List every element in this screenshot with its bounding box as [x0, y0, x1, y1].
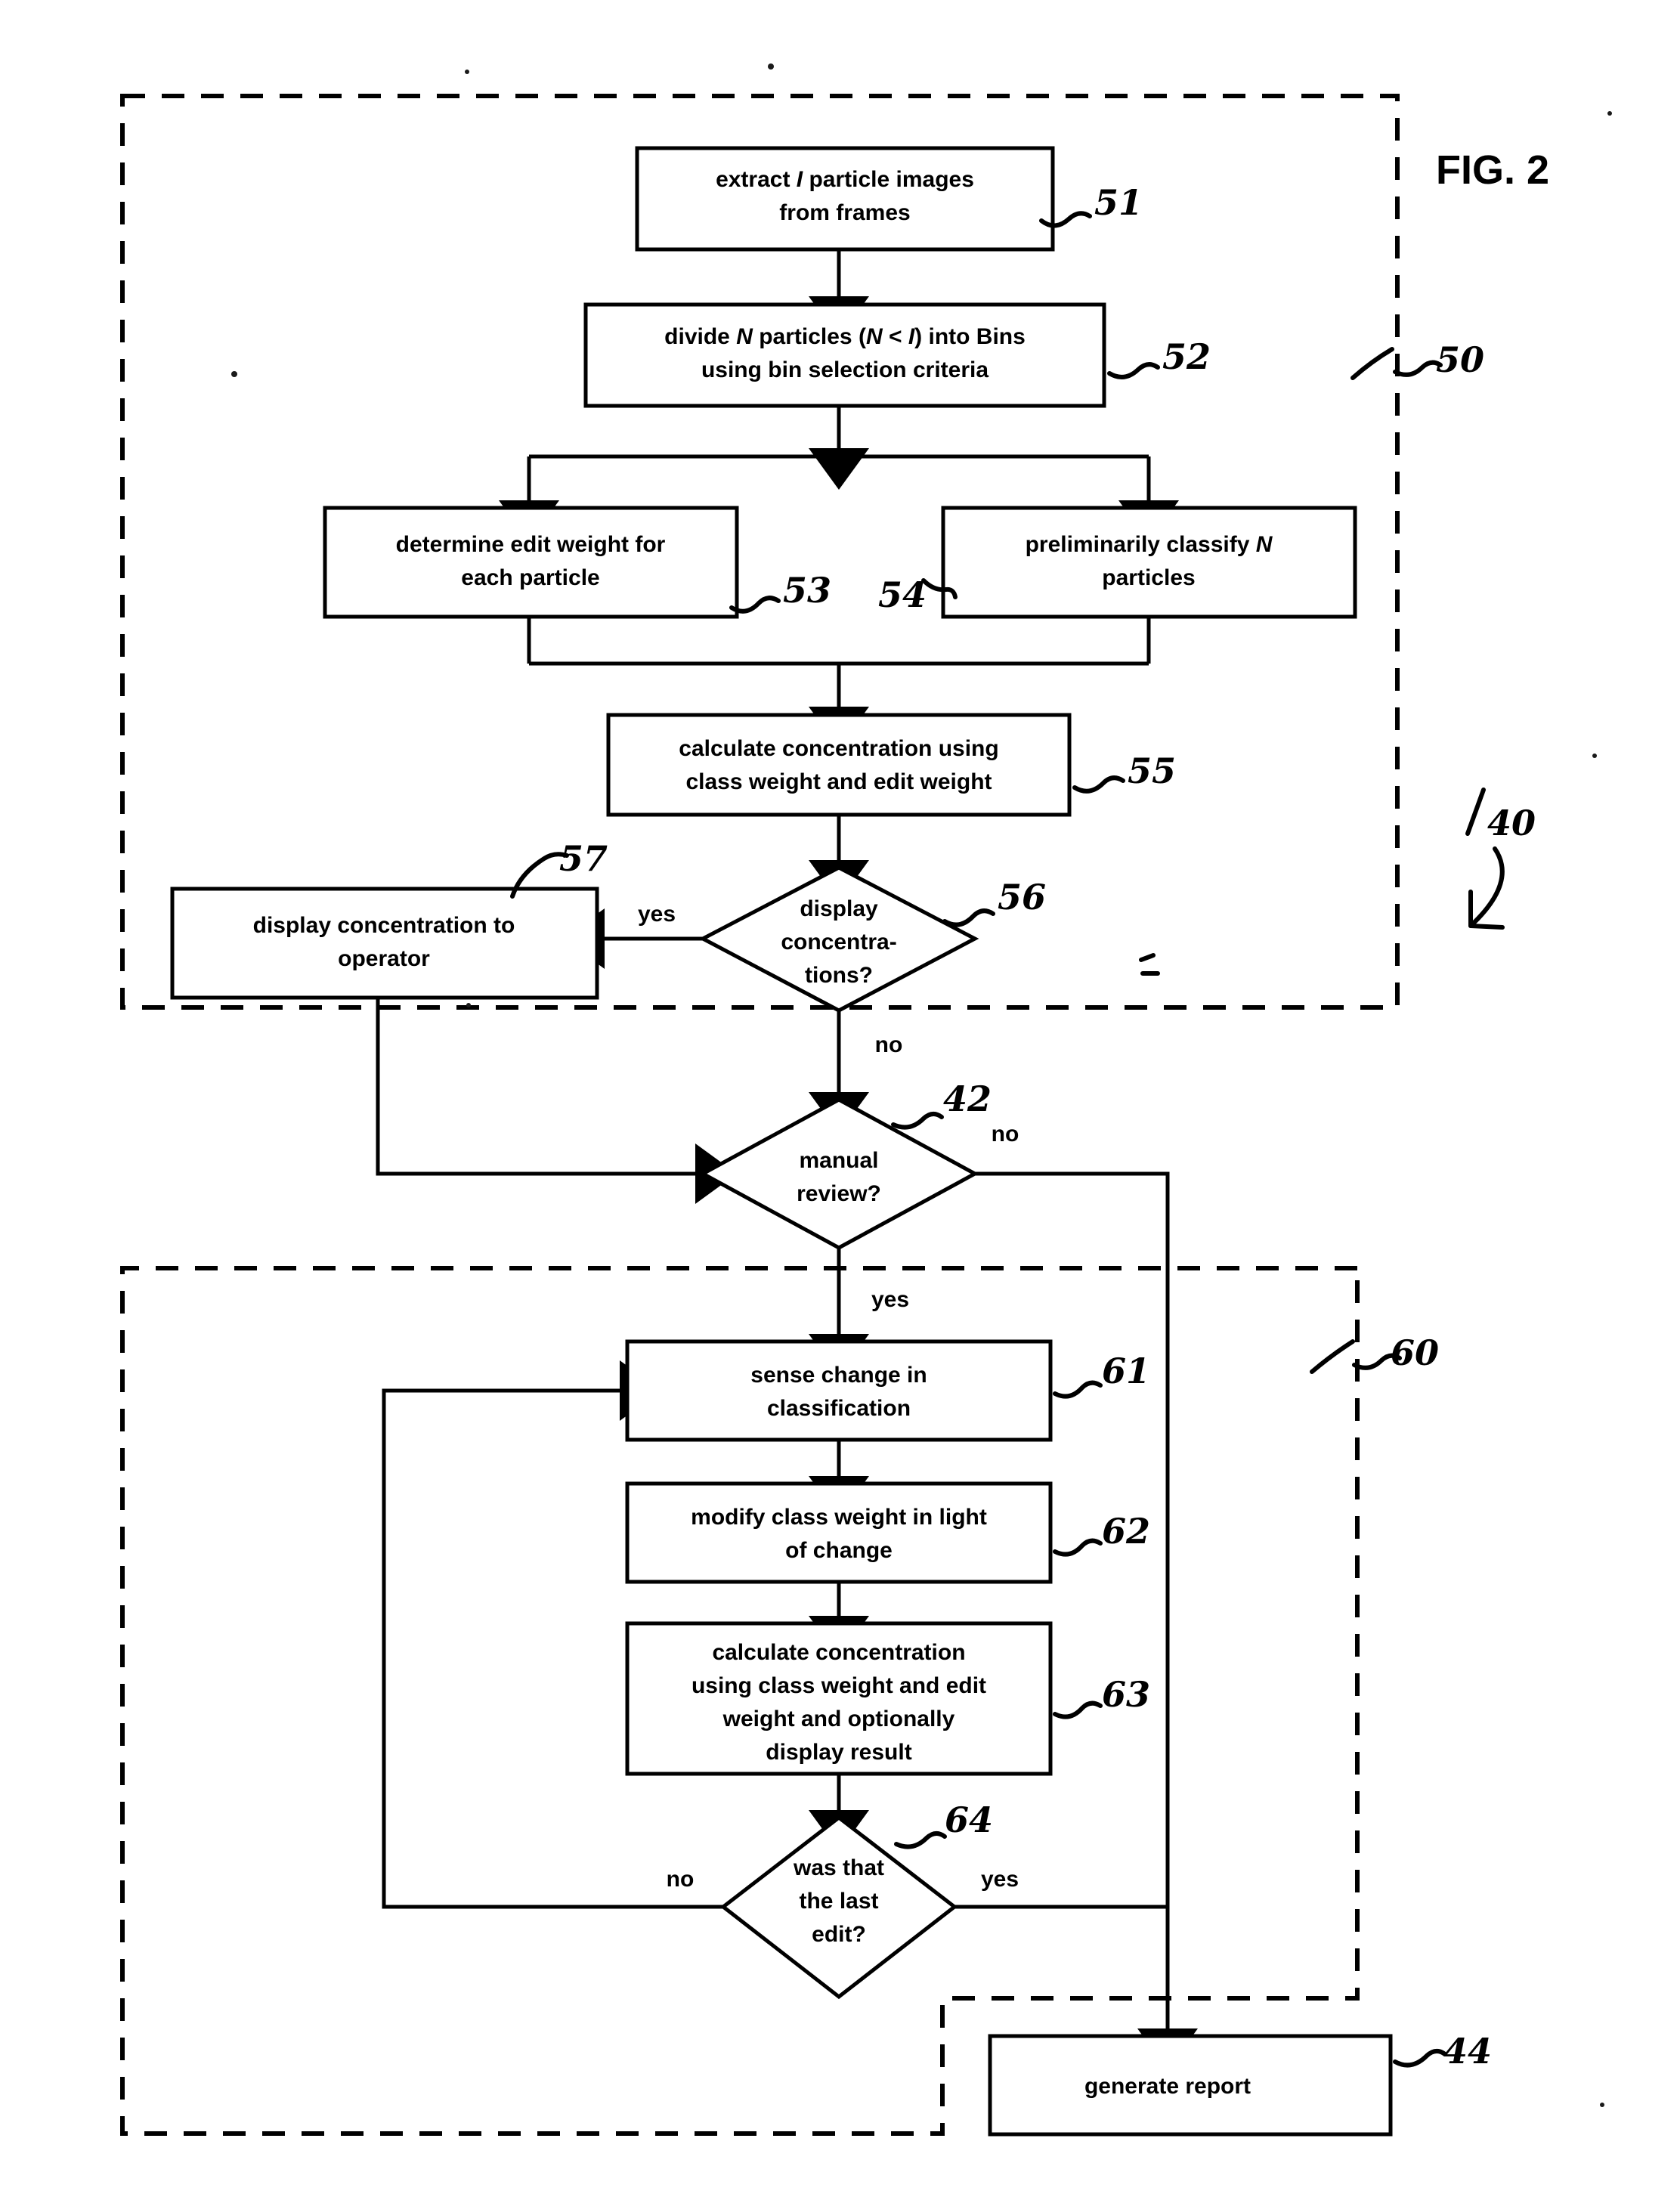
node-57-line2: operator [338, 946, 430, 971]
node-62-line1: modify class weight in light [691, 1505, 987, 1530]
node-55-box [606, 713, 1072, 817]
node-55-line2: class weight and edit weight [685, 769, 992, 794]
node-54-line1: preliminarily classify N [1026, 532, 1273, 557]
ref-numeral-63: 63 [1102, 1674, 1150, 1715]
figure-label: FIG. 2 [1436, 147, 1549, 193]
node-63-line3: weight and optionally [722, 1707, 955, 1731]
node-56-line1: display [800, 896, 878, 921]
ref-numeral-53: 53 [783, 570, 831, 611]
node-54-box [941, 506, 1357, 619]
edge-label-64-yes: yes [981, 1867, 1019, 1892]
scan-speck [1592, 754, 1597, 758]
node-52-line2: using bin selection criteria [701, 357, 989, 382]
node-61-line2: classification [767, 1396, 911, 1421]
edge-label-56-yes: yes [638, 902, 676, 927]
edge-label-56-no: no [875, 1032, 903, 1057]
scan-speck [768, 63, 774, 70]
node-61-box [625, 1339, 1053, 1442]
patent-figure-sheet: extract I particle images from frames di… [0, 0, 1680, 2194]
node-61-line1: sense change in [750, 1363, 927, 1388]
ref-numeral-54: 54 [878, 574, 927, 615]
node-56-line3: tions? [805, 963, 873, 988]
ref-numeral-51: 51 [1094, 182, 1143, 223]
node-42-line1: manual [799, 1148, 878, 1173]
ref-numeral-62: 62 [1102, 1511, 1150, 1552]
node-63-line2: using class weight and edit [691, 1673, 986, 1698]
edge-label-42-no: no [992, 1122, 1019, 1147]
node-53-line2: each particle [461, 565, 599, 590]
ref-numeral-55: 55 [1128, 750, 1176, 791]
node-52-box [583, 302, 1106, 408]
node-42-line2: review? [797, 1181, 881, 1206]
node-53-box [323, 506, 739, 619]
ref-numeral-50: 50 [1436, 339, 1484, 380]
node-56-line2: concentra- [781, 930, 896, 955]
node-64-line3: edit? [812, 1922, 866, 1947]
ref-numeral-40: 40 [1487, 803, 1536, 843]
node-64-line1: was that [793, 1855, 884, 1880]
node-63-line4: display result [766, 1740, 911, 1765]
ref-numeral-60: 60 [1391, 1332, 1439, 1373]
scan-speck [465, 70, 469, 74]
ref-numeral-42: 42 [943, 1078, 992, 1119]
edge-label-42-yes: yes [871, 1287, 909, 1312]
node-54-line2: particles [1102, 565, 1195, 590]
node-64-line2: the last [799, 1889, 878, 1914]
node-57-line1: display concentration to [253, 913, 515, 938]
node-51-line2: from frames [779, 200, 910, 225]
scan-speck [1600, 2103, 1604, 2107]
scan-speck [231, 371, 237, 377]
ref-numeral-56: 56 [998, 877, 1046, 918]
scan-speck [1607, 111, 1612, 116]
flowchart-svg: extract I particle images from frames di… [0, 0, 1680, 2194]
node-57-box [170, 887, 599, 1000]
ref-numeral-52: 52 [1162, 336, 1211, 377]
ref-numeral-57: 57 [559, 838, 608, 879]
edge-label-64-no: no [667, 1867, 695, 1892]
ref-numeral-64: 64 [945, 1799, 993, 1840]
node-53-line1: determine edit weight for [396, 532, 666, 557]
ref-numeral-61: 61 [1102, 1351, 1150, 1391]
node-55-line1: calculate concentration using [679, 736, 998, 761]
node-52-line1: divide N particles (N < I) into Bins [664, 324, 1026, 349]
node-44-line1: generate report [1084, 2074, 1251, 2099]
scan-speck [466, 1003, 471, 1007]
ref-numeral-44: 44 [1443, 2031, 1492, 2072]
node-51-box [635, 146, 1055, 252]
node-51-line1: extract I particle images [716, 167, 974, 192]
node-62-line2: of change [785, 1538, 893, 1563]
node-63-line1: calculate concentration [712, 1640, 965, 1665]
node-62-box [625, 1481, 1053, 1584]
